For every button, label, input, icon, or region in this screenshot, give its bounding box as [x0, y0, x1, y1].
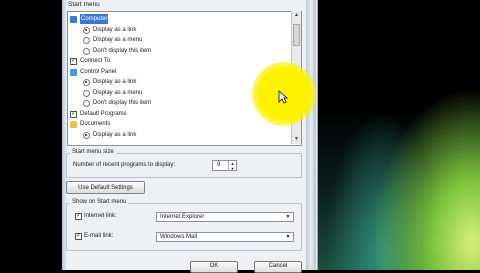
list-item-label: Don't display this item	[93, 47, 152, 54]
list-item-label: Documents	[80, 121, 111, 127]
list-item[interactable]: Don't display this item	[68, 46, 290, 56]
scroll-up-icon[interactable]: ▲	[292, 11, 301, 20]
recent-programs-spinner[interactable]: 9 ▲ ▼	[212, 160, 237, 171]
radio-button[interactable]	[83, 100, 90, 107]
radio-button[interactable]	[83, 26, 90, 34]
list-item-label: Display as a menu	[93, 89, 143, 96]
list-item-label: Display as a link	[93, 131, 137, 138]
list-item-label: Don't display this item	[93, 100, 152, 106]
chevron-down-icon[interactable]: ▼	[284, 213, 292, 222]
scroll-down-icon[interactable]: ▼	[292, 135, 301, 144]
size-group-label: Start menu size	[70, 149, 116, 155]
internet-link-dropdown[interactable]: Internet Explorer ▼	[156, 212, 294, 222]
desktop-wallpaper	[316, 0, 480, 270]
email-link-value: Windows Mail	[160, 234, 198, 240]
control-panel-icon	[70, 68, 77, 76]
radio-button[interactable]	[83, 47, 90, 55]
email-link-checkbox[interactable]: ✓	[75, 233, 82, 240]
spinner-arrows-icon[interactable]: ▲ ▼	[228, 161, 236, 171]
internet-link-value: Internet Explorer	[160, 214, 205, 220]
email-link-dropdown[interactable]: Windows Mail ▼	[156, 232, 294, 242]
list-item-label: Default Programs	[80, 110, 127, 117]
radio-button[interactable]	[83, 79, 90, 86]
radio-button[interactable]	[83, 37, 90, 44]
list-item-label: Computer	[80, 14, 109, 24]
email-link-label: E-mail link:	[84, 233, 114, 239]
radio-button[interactable]	[83, 89, 90, 97]
checkbox[interactable]: ✓	[70, 58, 77, 65]
list-item[interactable]: Documents	[68, 119, 290, 129]
recent-programs-label: Number of recent programs to display:	[73, 162, 176, 168]
ok-button[interactable]: OK	[190, 261, 238, 273]
window-frame-right	[306, 0, 316, 270]
documents-icon	[70, 121, 77, 128]
scroll-thumb[interactable]	[293, 24, 300, 46]
list-item-label: Connect To	[80, 58, 111, 64]
list-item-label: Display as a link	[93, 26, 137, 33]
list-item-label: Display as a menu	[93, 37, 143, 43]
list-item[interactable]: Display as a link	[68, 25, 290, 35]
checkbox[interactable]: ✓	[70, 110, 77, 118]
chevron-down-icon[interactable]: ▼	[284, 233, 292, 242]
desktop-left	[0, 0, 62, 270]
start-menu-label: Start menu	[68, 1, 100, 8]
list-item-label: Display as a link	[93, 79, 137, 85]
cancel-button[interactable]: Cancel	[254, 261, 302, 273]
list-item[interactable]: ✓ Connect To	[68, 56, 290, 66]
list-item-label: Control Panel	[80, 68, 117, 75]
use-default-settings-button[interactable]: Use Default Settings	[66, 181, 145, 194]
list-item[interactable]: Display as a link	[68, 130, 290, 140]
list-item[interactable]: Computer	[68, 14, 290, 24]
show-group-label: Show on Start menu	[70, 199, 129, 205]
show-on-start-menu-group	[66, 203, 302, 251]
internet-link-label: Internet link:	[84, 213, 117, 219]
list-item[interactable]: Display as a menu	[68, 35, 290, 45]
mouse-pointer-icon	[278, 90, 288, 104]
internet-link-checkbox[interactable]: ✓	[75, 213, 82, 220]
recent-programs-value: 9	[217, 162, 221, 168]
computer-icon	[70, 16, 77, 23]
radio-button[interactable]	[83, 131, 90, 139]
